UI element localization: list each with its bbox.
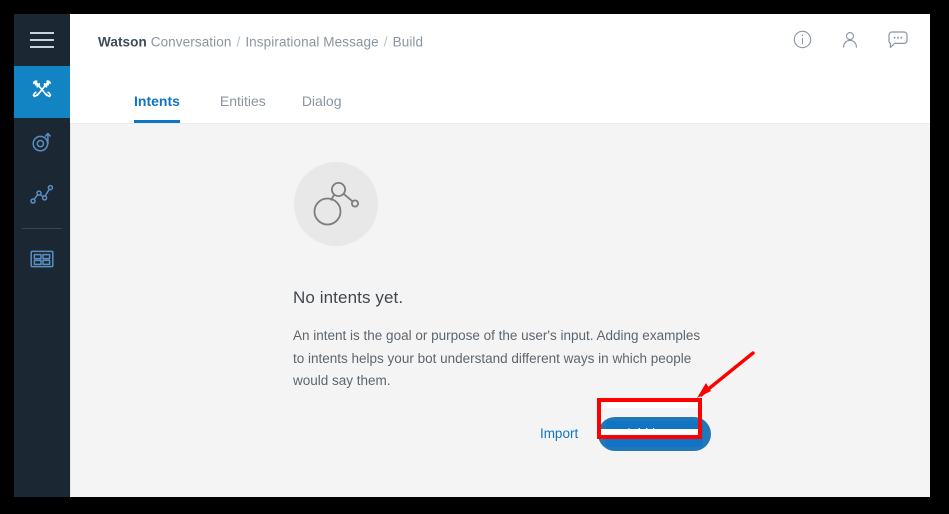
sidebar-divider [22, 228, 62, 229]
tab-intents[interactable]: Intents [134, 93, 202, 123]
breadcrumb-separator-1: / [236, 34, 241, 50]
tab-list: Intents Entities Dialog [134, 93, 360, 123]
hamburger-menu-icon [30, 32, 54, 48]
import-link[interactable]: Import [540, 426, 578, 442]
chat-bubble-icon [886, 29, 910, 56]
top-header: Watson Conversation / Inspirational Messag… [70, 14, 930, 70]
tab-dialog[interactable]: Dialog [284, 93, 360, 123]
tab-entities[interactable]: Entities [202, 93, 284, 123]
empty-state-description: An intent is the goal or purpose of the … [293, 328, 701, 388]
breadcrumb-workspace[interactable]: Inspirational Message [245, 35, 378, 50]
breadcrumb-section[interactable]: Build [393, 35, 424, 50]
user-person-icon [840, 30, 860, 55]
sidebar-item-improve[interactable] [14, 170, 70, 222]
header-actions [790, 30, 910, 54]
info-button[interactable] [790, 30, 814, 54]
sidebar-item-deploy[interactable] [14, 118, 70, 170]
empty-state: No intents yet. An intent is the goal or… [293, 162, 713, 451]
info-circle-icon [793, 30, 812, 54]
sidebar-item-build-tools[interactable] [14, 66, 70, 118]
add-intent-button-label: Add intent [624, 426, 685, 441]
tools-icon [29, 77, 55, 108]
breadcrumb-brand[interactable]: Watson [98, 35, 147, 50]
support-chat-button[interactable] [886, 30, 910, 54]
tab-bar: Intents Entities Dialog [70, 70, 930, 124]
empty-state-illustration [294, 162, 378, 246]
breadcrumb-separator-2: / [383, 34, 388, 50]
left-navigation-rail [14, 14, 70, 497]
breadcrumb: Watson Conversation / Inspirational Messag… [98, 35, 423, 50]
sidebar-item-menu-toggle[interactable] [14, 14, 70, 66]
sidebar-item-dashboard[interactable] [14, 235, 70, 287]
grid-dashboard-icon [29, 248, 55, 275]
breadcrumb-product[interactable]: Conversation [151, 35, 232, 50]
empty-state-actions: Import Add intent [293, 416, 711, 451]
intent-node-graph-icon [308, 174, 364, 235]
empty-state-title: No intents yet. [293, 288, 404, 307]
deploy-arrow-icon [29, 129, 55, 160]
add-intent-button[interactable]: Add intent [598, 416, 711, 451]
account-button[interactable] [838, 30, 862, 54]
analytics-line-icon [28, 180, 56, 213]
content-area: No intents yet. An intent is the goal or… [70, 124, 930, 497]
application-window: Watson Conversation / Inspirational Messag… [14, 14, 930, 497]
